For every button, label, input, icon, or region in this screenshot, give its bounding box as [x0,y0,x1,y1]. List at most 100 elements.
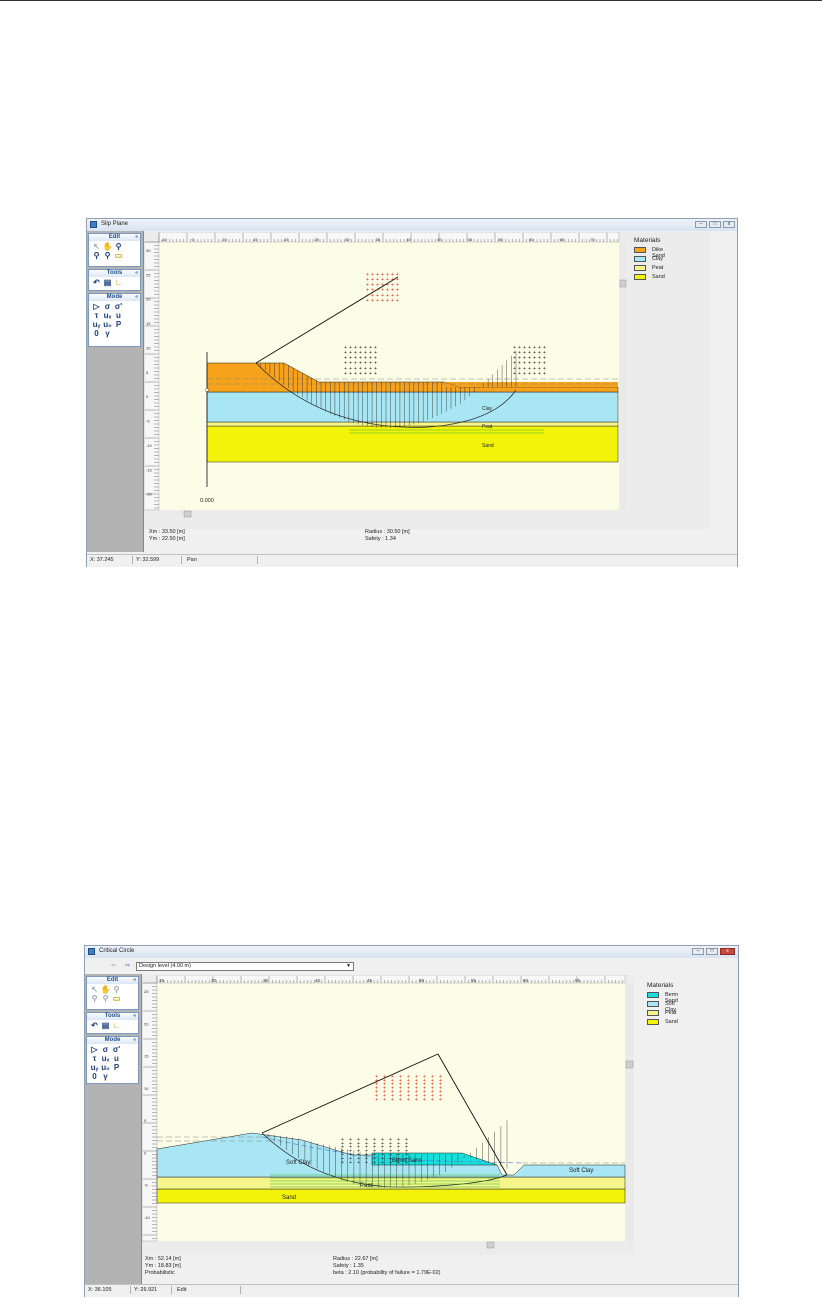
horizontal-scrollbar[interactable] [159,511,619,517]
zoom-out-icon[interactable]: ⚲ [91,251,102,260]
zoom-in-icon[interactable]: ⚲ [113,242,124,251]
status-bar: X: 37.245 Y: 32.599 Pan [87,554,737,567]
close-button[interactable]: x [720,948,735,955]
minimize-button[interactable]: – [695,221,707,228]
sigma-icon[interactable]: σ [102,302,113,311]
status-mode: Edit [177,1287,187,1293]
y-tick-label: 10 [144,1086,149,1091]
zoom-rect-icon[interactable]: ▭ [111,994,122,1003]
close-button[interactable]: x [723,221,735,228]
legend-swatch [647,1019,659,1025]
maximize-button[interactable]: □ [706,948,718,955]
select-icon[interactable]: ↖ [91,242,102,251]
mode-header[interactable]: Mode « [89,294,140,301]
horizontal-scrollbar[interactable] [157,1242,625,1248]
zoom-out-icon[interactable]: ⚲ [89,994,100,1003]
horizontal-scroll-thumb[interactable] [183,510,192,518]
uz-icon[interactable]: u₀ [100,1063,111,1072]
edit-group: Edit « ↖ ✋ ⚲ ⚲ ⚲ ▭ [88,233,141,267]
zero-icon[interactable]: 0 [89,1072,100,1081]
zoom-in-icon[interactable]: ⚲ [111,985,122,994]
vertical-scroll-thumb[interactable] [619,279,627,288]
x-tick-label: 65 [560,237,565,242]
tools-group: Tools « ↶ ▤ ∟ [86,1012,139,1034]
maximize-button[interactable]: □ [709,221,721,228]
sigma-prime-icon[interactable]: σ' [113,302,124,311]
undo-icon[interactable]: ↶ [89,1021,100,1030]
legend-swatch [634,247,646,253]
critical-circle-window: Critical Circle – □ x ⇦ ⇨ Design level (… [84,945,739,1297]
layer-label: Berm Sand [392,1158,422,1164]
p-icon[interactable]: P [111,1063,122,1072]
grid-point: + [364,371,367,377]
pan-icon[interactable]: ✋ [102,242,113,251]
u-icon[interactable]: u [111,1054,122,1063]
ym-value: Ym : 22.50 [m] [149,536,185,542]
grid-point: + [391,298,394,304]
pan-icon[interactable]: ✋ [100,985,111,994]
edit-header[interactable]: Edit « [89,234,140,241]
x-tick-label: 35 [376,237,381,242]
slip-plane-canvas[interactable]: -10 0 10 15 20 25 30 35 40 45 50 55 60 65 70 302520151… [144,232,710,529]
grid-point: + [381,1160,384,1166]
p-icon[interactable]: P [113,320,124,329]
ruler-icon[interactable]: ∟ [111,1021,122,1030]
collapse-icon: « [133,977,136,983]
tau-icon[interactable]: τ [89,1054,100,1063]
ux-icon[interactable]: uₓ [102,311,113,320]
sigma-prime-icon[interactable]: σ' [111,1045,122,1054]
grid-point: + [371,298,374,304]
edit-header[interactable]: Edit « [87,977,138,984]
select-icon[interactable]: ↖ [89,985,100,994]
zoom-rect-icon[interactable]: ▭ [113,251,124,260]
tau-icon[interactable]: τ [91,311,102,320]
pointer-mode-icon[interactable]: ▷ [89,1045,100,1054]
status-y: Y: 32.599 [136,557,160,563]
undo-icon[interactable]: ↶ [91,278,102,287]
zoom-limits-icon[interactable]: ⚲ [102,251,113,260]
grid-point: + [341,1160,344,1166]
sigma-icon[interactable]: σ [100,1045,111,1054]
ruler-icon[interactable]: ∟ [113,278,124,287]
titlebar[interactable]: Slip Plane – □ x [87,219,737,231]
tools-header[interactable]: Tools « [87,1013,138,1020]
x-tick-label: 40 [406,237,411,242]
zoom-limits-icon[interactable]: ⚲ [100,994,111,1003]
document-icon[interactable]: ▤ [102,278,113,287]
document-icon[interactable]: ▤ [100,1021,111,1030]
u-icon[interactable]: u [113,311,124,320]
vertical-scrollbar[interactable] [626,983,633,1241]
uz-icon[interactable]: u₀ [102,320,113,329]
pointer-mode-icon[interactable]: ▷ [91,302,102,311]
uy-icon[interactable]: uᵧ [91,320,102,329]
grid-point: + [407,1097,410,1103]
grid-point: + [543,371,546,377]
grid-point: + [533,371,536,377]
beta-value: beta : 2.10 (probability of failure = 1.… [333,1270,441,1276]
design-level-dropdown[interactable]: Design level (4.00 m) ▼ [136,962,354,971]
layer-label: Sand [482,443,494,449]
vertical-scroll-thumb[interactable] [625,1060,634,1069]
forward-icon[interactable]: ⇨ [125,962,130,969]
back-icon[interactable]: ⇦ [111,962,116,969]
x-tick-label: 55 [471,978,477,983]
x-tick-label: 55 [498,237,503,242]
minimize-button[interactable]: – [692,948,704,955]
zero-icon[interactable]: 0 [91,329,102,338]
collapse-icon: « [133,1013,136,1019]
gamma-icon[interactable]: γ [100,1072,111,1081]
tools-header[interactable]: Tools « [89,270,140,277]
uy-icon[interactable]: uᵧ [89,1063,100,1072]
app-icon [90,221,97,228]
critical-circle-canvas[interactable]: 25 30 35 40 45 50 55 60 65 2520151050-5-10 + + + + +… [142,975,634,1255]
y-tick-label: 20 [146,297,151,302]
layer-label: Clay [482,406,493,412]
titlebar[interactable]: Critical Circle – □ x [85,946,738,958]
ux-icon[interactable]: uₓ [100,1054,111,1063]
gamma-icon[interactable]: γ [102,329,113,338]
horizontal-scroll-thumb[interactable] [486,1241,495,1249]
layer-label: Soft Clay [286,1160,310,1166]
mode-header[interactable]: Mode « [87,1037,138,1044]
grid-point: + [518,371,521,377]
grid-point: + [359,371,362,377]
